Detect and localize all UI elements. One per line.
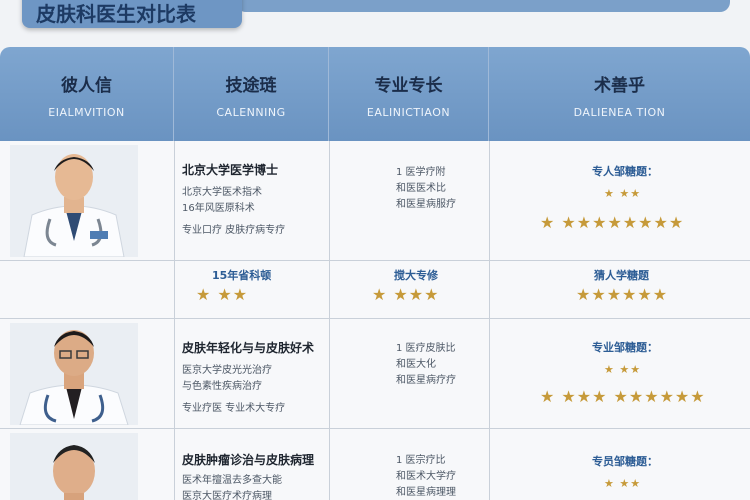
column-divider bbox=[329, 261, 330, 318]
table-header: 彼人信 EIALMVITION 技途琏 CALENNING 专业专长 EALIN… bbox=[0, 47, 750, 141]
specialty-stars: ★ ★★★ bbox=[372, 285, 440, 304]
experience-stars: ★ ★★ bbox=[196, 285, 249, 304]
doctor-title: 皮肤肿瘤诊治与皮肤病理 bbox=[182, 453, 315, 467]
header-col-4-title: 术善乎 bbox=[594, 76, 645, 96]
specialty-item: 和医医术比 bbox=[396, 183, 446, 194]
doctor-title: 皮肤年轻化与与皮肤好术 bbox=[182, 341, 315, 355]
column-divider bbox=[489, 429, 490, 500]
specialty-item: 和医大化 bbox=[396, 359, 436, 370]
comparison-table: 彼人信 EIALMVITION 技途琏 CALENNING 专业专长 EALIN… bbox=[0, 47, 750, 500]
title-banner: 皮肤科医生对比表 bbox=[22, 0, 242, 28]
column-divider bbox=[489, 141, 490, 260]
specialty-list: 1 医疗皮肤比 和医大化 和医星病疗疗 bbox=[396, 341, 456, 389]
specialty-item: 和医星病疗疗 bbox=[396, 375, 456, 386]
specialty-item: 1 医学疗附 bbox=[396, 167, 446, 178]
header-col-3-title: 专业专长 bbox=[374, 76, 443, 96]
column-divider bbox=[489, 261, 490, 318]
header-col-2-title: 技途琏 bbox=[225, 76, 277, 96]
column-divider bbox=[174, 261, 175, 318]
header-col-1: 彼人信 EIALMVITION bbox=[0, 47, 174, 141]
column-divider bbox=[329, 319, 330, 428]
table-row: 北京大学医学博士 北京大学医术指术 16年风医原科术 专业口疗 皮肤疗病专疗 1… bbox=[0, 141, 750, 261]
specialty-item: 和医术大学疗 bbox=[396, 471, 456, 482]
rating-stars: ★ ★★★★★★★★ bbox=[540, 213, 685, 232]
doctor-detail: 北京大学医术指术 bbox=[182, 187, 262, 198]
header-col-1-title: 彼人信 bbox=[61, 76, 112, 96]
rating-stars-small: ★ ★★ bbox=[604, 187, 642, 200]
doctor-avatar-icon bbox=[10, 145, 138, 257]
doctor-detail: 医京大学皮光光治疗 bbox=[182, 365, 272, 376]
column-divider bbox=[329, 429, 330, 500]
doctor-detail: 与色素性疾病治疗 bbox=[182, 381, 262, 392]
doctor-avatar-icon bbox=[10, 433, 138, 500]
column-divider bbox=[489, 319, 490, 428]
header-col-2: 技途琏 CALENNING bbox=[174, 47, 329, 141]
specialty-item: 和医星病服疗 bbox=[396, 199, 456, 210]
table-row: 15年省科顿 ★ ★★ 搅大专修 ★ ★★★ 猜人学糖题 ★★★★★★ bbox=[0, 261, 750, 319]
doctor-photo bbox=[10, 433, 138, 500]
rating-title: 专人邹糖题： bbox=[592, 165, 658, 178]
table-row: 皮肤年轻化与与皮肤好术 医京大学皮光光治疗 与色素性疾病治疗 专业疗医 专业术大… bbox=[0, 319, 750, 429]
header-col-4: 术善乎 DALIENEA TION bbox=[489, 47, 750, 141]
table-row: 皮肤肿瘤诊治与皮肤病理 医术年擅温去多查大能 医京大医疗术疗病理 1 医宗疗比 … bbox=[0, 429, 750, 500]
doctor-detail: 专业口疗 皮肤疗病专疗 bbox=[182, 225, 286, 236]
header-col-2-subtitle: CALENNING bbox=[216, 106, 286, 119]
specialty-list: 1 医宗疗比 和医术大学疗 和医星病理理 bbox=[396, 453, 456, 500]
header-col-4-subtitle: DALIENEA TION bbox=[573, 106, 666, 119]
doctor-detail: 专业疗医 专业术大专疗 bbox=[182, 403, 286, 414]
specialty-list: 1 医学疗附 和医医术比 和医星病服疗 bbox=[396, 165, 456, 213]
specialty-item: 和医星病理理 bbox=[396, 487, 456, 498]
doctor-photo bbox=[10, 145, 138, 257]
rating-stars-small: ★ ★★ bbox=[604, 477, 642, 490]
header-col-1-subtitle: EIALMVITION bbox=[48, 106, 125, 119]
header-col-3: 专业专长 EALINICTIAON bbox=[329, 47, 489, 141]
specialty-item: 1 医疗皮肤比 bbox=[396, 343, 456, 354]
rating-title: 专业邹糖题： bbox=[592, 341, 658, 354]
doctor-title: 北京大学医学博士 bbox=[182, 163, 279, 177]
doctor-detail: 医术年擅温去多查大能 bbox=[182, 475, 282, 486]
rating-stars-small: ★ ★★ bbox=[604, 363, 642, 376]
doctor-detail: 16年风医原科术 bbox=[182, 203, 255, 214]
table-body: 北京大学医学博士 北京大学医术指术 16年风医原科术 专业口疗 皮肤疗病专疗 1… bbox=[0, 141, 750, 500]
doctor-photo bbox=[10, 323, 138, 425]
rating-stars: ★★★★★★ bbox=[576, 285, 669, 304]
column-divider bbox=[174, 319, 175, 428]
page-title: 皮肤科医生对比表 bbox=[36, 2, 196, 26]
rating-label: 猜人学糖题 bbox=[594, 269, 649, 282]
rating-stars: ★ ★★★ ★★★★★★ bbox=[540, 387, 706, 406]
doctor-detail: 医京大医疗术疗病理 bbox=[182, 491, 272, 500]
doctor-avatar-icon bbox=[10, 323, 138, 425]
column-divider bbox=[329, 141, 330, 260]
title-banner-extension bbox=[236, 0, 730, 12]
column-divider bbox=[174, 141, 175, 260]
header-col-3-subtitle: EALINICTIAON bbox=[366, 106, 451, 119]
specialty-item: 1 医宗疗比 bbox=[396, 455, 446, 466]
rating-title: 专员邹糖题： bbox=[592, 455, 658, 468]
experience-label: 15年省科顿 bbox=[212, 269, 272, 282]
column-divider bbox=[174, 429, 175, 500]
specialty-label: 搅大专修 bbox=[394, 269, 438, 282]
